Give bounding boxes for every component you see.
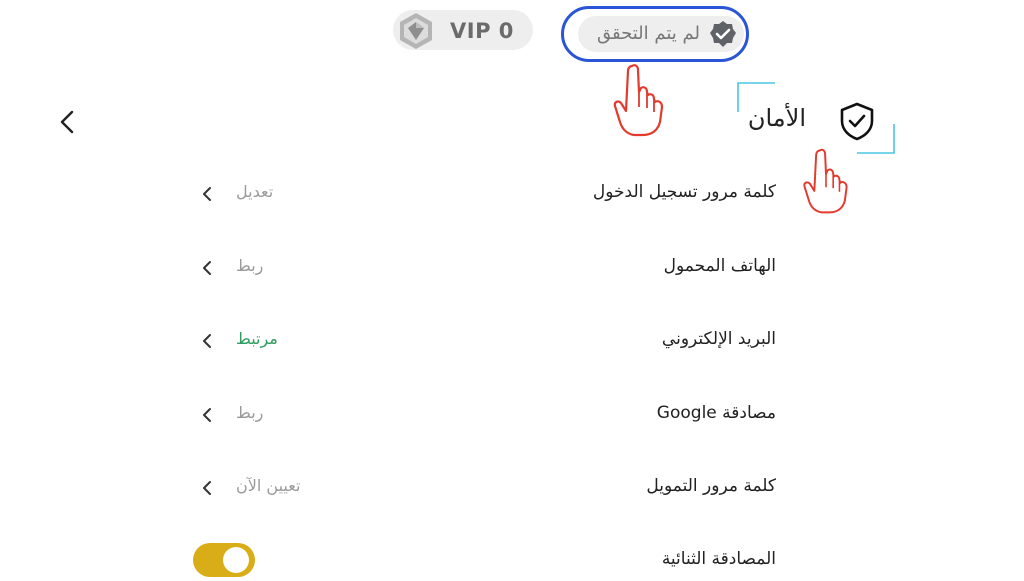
- setting-action: تعيين الآن: [236, 476, 301, 495]
- chevron-left-icon: [203, 187, 211, 201]
- section-title: الأمان: [747, 104, 806, 132]
- chevron-left-icon: [203, 408, 211, 422]
- two-factor-toggle[interactable]: [193, 543, 255, 577]
- setting-row-login-password[interactable]: كلمة مرور تسجيل الدخول تعديل: [190, 174, 780, 214]
- verified-check-icon: [710, 21, 736, 47]
- pointing-hand-icon: [803, 148, 848, 214]
- setting-row-google-auth[interactable]: مصادقة Google ربط: [190, 395, 780, 435]
- verification-badge[interactable]: لم يتم التحقق: [578, 16, 744, 52]
- pointing-hand-icon: [613, 64, 664, 137]
- vip-level: VIP 0: [450, 19, 514, 43]
- chevron-left-icon: [203, 261, 211, 275]
- shield-check-icon: [840, 102, 874, 141]
- setting-row-fund-password[interactable]: كلمة مرور التمويل تعيين الآن: [190, 468, 780, 508]
- verification-highlight: لم يتم التحقق: [561, 6, 749, 62]
- toggle-knob: [223, 547, 249, 573]
- setting-row-two-factor: المصادقة الثنائية: [190, 541, 780, 581]
- setting-label: المصادقة الثنائية: [661, 549, 776, 569]
- setting-action: ربط: [236, 403, 264, 422]
- verification-status: لم يتم التحقق: [597, 23, 700, 44]
- back-button[interactable]: [54, 106, 82, 138]
- setting-label: الهاتف المحمول: [663, 256, 776, 276]
- setting-row-email[interactable]: البريد الإلكتروني مرتبط: [190, 321, 780, 361]
- setting-status-linked: مرتبط: [236, 329, 278, 348]
- vip-badge[interactable]: VIP 0: [393, 10, 533, 50]
- chevron-left-icon: [203, 334, 211, 348]
- setting-action: ربط: [236, 256, 264, 275]
- diamond-icon: [400, 13, 432, 49]
- setting-row-mobile-phone[interactable]: الهاتف المحمول ربط: [190, 248, 780, 288]
- setting-label: كلمة مرور تسجيل الدخول: [592, 182, 776, 202]
- setting-label: البريد الإلكتروني: [661, 329, 776, 349]
- setting-label: كلمة مرور التمويل: [646, 476, 776, 496]
- chevron-left-icon: [203, 481, 211, 495]
- setting-action: تعديل: [236, 182, 274, 201]
- setting-label: مصادقة Google: [656, 403, 776, 423]
